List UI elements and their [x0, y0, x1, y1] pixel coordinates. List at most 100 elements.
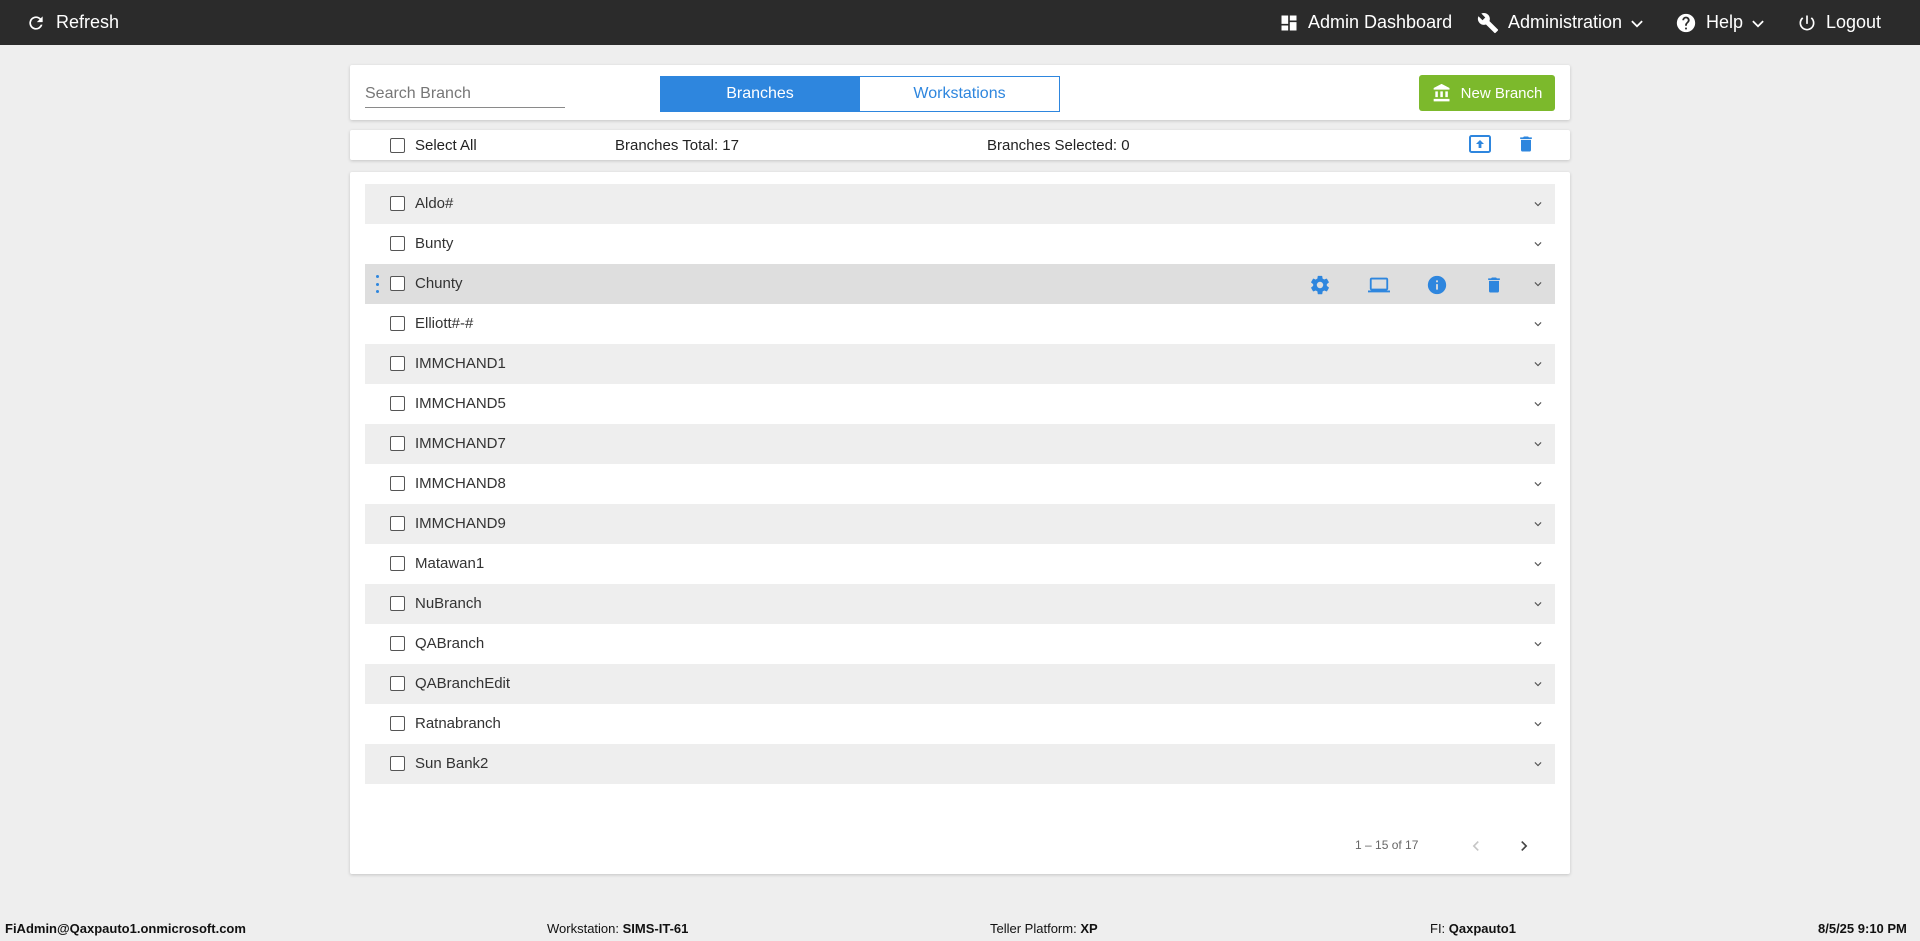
- chevron-down-icon[interactable]: [1531, 317, 1545, 335]
- row-checkbox[interactable]: [390, 276, 405, 291]
- footer-workstation: Workstation: SIMS-IT-61: [547, 921, 689, 936]
- tab-branches[interactable]: Branches: [660, 76, 860, 112]
- laptop-icon[interactable]: [1366, 274, 1392, 296]
- wrench-icon: [1477, 12, 1499, 33]
- pagination-range: 1 – 15 of 17: [1355, 838, 1419, 852]
- branches-selected: Branches Selected: 0: [987, 137, 1130, 154]
- help-menu[interactable]: Help: [1675, 0, 1764, 45]
- administration-menu[interactable]: Administration: [1477, 0, 1643, 45]
- branch-name: IMMCHAND1: [415, 355, 506, 372]
- status-footer: FiAdmin@Qaxpauto1.onmicrosoft.com Workst…: [0, 916, 1920, 941]
- row-checkbox[interactable]: [390, 436, 405, 451]
- trash-icon[interactable]: [1484, 274, 1504, 296]
- table-row[interactable]: IMMCHAND7: [365, 424, 1555, 464]
- table-row[interactable]: Elliott#-#: [365, 304, 1555, 344]
- new-branch-label: New Branch: [1460, 84, 1543, 102]
- select-all[interactable]: Select All: [390, 137, 477, 154]
- row-checkbox[interactable]: [390, 476, 405, 491]
- chevron-down-icon[interactable]: [1531, 277, 1545, 295]
- branch-name: IMMCHAND5: [415, 395, 506, 412]
- branch-name: IMMCHAND9: [415, 515, 506, 532]
- chevron-down-icon[interactable]: [1531, 597, 1545, 615]
- chevron-down-icon[interactable]: [1531, 197, 1545, 215]
- table-row[interactable]: Matawan1: [365, 544, 1555, 584]
- branch-list: Aldo# Bunty Chunty Elliott#-# IMMCHAND1 IMMCH…: [365, 184, 1555, 784]
- row-checkbox[interactable]: [390, 556, 405, 571]
- row-checkbox[interactable]: [390, 676, 405, 691]
- table-row[interactable]: Aldo#: [365, 184, 1555, 224]
- logout-button[interactable]: Logout: [1797, 0, 1881, 45]
- chevron-down-icon[interactable]: [1531, 637, 1545, 655]
- branch-name: Ratnabranch: [415, 715, 501, 732]
- footer-datetime: 8/5/25 9:10 PM: [1818, 921, 1907, 936]
- chevron-down-icon[interactable]: [1531, 517, 1545, 535]
- row-checkbox[interactable]: [390, 316, 405, 331]
- row-checkbox[interactable]: [390, 356, 405, 371]
- chevron-down-icon[interactable]: [1531, 677, 1545, 695]
- table-row[interactable]: IMMCHAND5: [365, 384, 1555, 424]
- admin-dashboard-link[interactable]: Admin Dashboard: [1279, 0, 1452, 45]
- row-checkbox[interactable]: [390, 196, 405, 211]
- table-row[interactable]: NuBranch: [365, 584, 1555, 624]
- table-row[interactable]: Sun Bank2: [365, 744, 1555, 784]
- refresh-button[interactable]: Refresh: [26, 0, 119, 45]
- table-row[interactable]: Chunty: [365, 264, 1555, 304]
- administration-label: Administration: [1508, 12, 1623, 32]
- branch-name: QABranch: [415, 635, 485, 652]
- table-row[interactable]: Bunty: [365, 224, 1555, 264]
- chevron-right-icon[interactable]: [1514, 836, 1534, 856]
- chevron-down-icon[interactable]: [1531, 757, 1545, 775]
- table-row[interactable]: QABranch: [365, 624, 1555, 664]
- refresh-icon: [29, 15, 43, 30]
- select-all-label: Select All: [415, 137, 477, 154]
- chevron-left-icon[interactable]: [1466, 836, 1486, 856]
- power-icon: [1799, 15, 1815, 30]
- branch-name: Bunty: [415, 235, 454, 252]
- gear-icon[interactable]: [1309, 274, 1331, 296]
- branch-name: Elliott#-#: [415, 315, 474, 332]
- logout-label: Logout: [1826, 12, 1882, 32]
- table-row[interactable]: IMMCHAND9: [365, 504, 1555, 544]
- selection-bar: Select All Branches Total: 17 Branches S…: [350, 130, 1570, 160]
- table-row[interactable]: IMMCHAND8: [365, 464, 1555, 504]
- chevron-down-icon[interactable]: [1531, 357, 1545, 375]
- chevron-down-icon: [1631, 20, 1643, 27]
- info-icon[interactable]: [1426, 274, 1448, 296]
- table-row[interactable]: Ratnabranch: [365, 704, 1555, 744]
- tab-workstations[interactable]: Workstations: [860, 76, 1060, 112]
- chevron-down-icon[interactable]: [1531, 717, 1545, 735]
- new-branch-button[interactable]: New Branch: [1419, 75, 1555, 111]
- row-checkbox[interactable]: [390, 636, 405, 651]
- row-checkbox[interactable]: [390, 236, 405, 251]
- chevron-down-icon: [1752, 20, 1764, 27]
- branch-name: Sun Bank2: [415, 755, 489, 772]
- trash-icon[interactable]: [1516, 133, 1536, 155]
- help-label: Help: [1706, 12, 1744, 32]
- row-checkbox[interactable]: [390, 596, 405, 611]
- refresh-label: Refresh: [56, 12, 120, 32]
- footer-user: FiAdmin@Qaxpauto1.onmicrosoft.com: [5, 921, 246, 936]
- table-row[interactable]: QABranchEdit: [365, 664, 1555, 704]
- row-checkbox[interactable]: [390, 396, 405, 411]
- row-checkbox[interactable]: [390, 516, 405, 531]
- chevron-down-icon[interactable]: [1531, 237, 1545, 255]
- row-checkbox[interactable]: [390, 716, 405, 731]
- upload-icon[interactable]: [1468, 134, 1492, 156]
- admin-dashboard-label: Admin Dashboard: [1308, 12, 1453, 32]
- footer-teller-platform: Teller Platform: XP: [990, 921, 1098, 936]
- chevron-down-icon[interactable]: [1531, 557, 1545, 575]
- footer-fi: FI: Qaxpauto1: [1430, 921, 1516, 936]
- table-row[interactable]: IMMCHAND1: [365, 344, 1555, 384]
- row-checkbox[interactable]: [390, 756, 405, 771]
- chevron-down-icon[interactable]: [1531, 477, 1545, 495]
- bank-icon: [1433, 83, 1450, 102]
- branch-name: Aldo#: [415, 195, 454, 212]
- drag-handle-icon[interactable]: [375, 275, 379, 293]
- chevron-down-icon[interactable]: [1531, 397, 1545, 415]
- select-all-checkbox[interactable]: [390, 138, 405, 153]
- branch-name: IMMCHAND8: [415, 475, 506, 492]
- search-branch-input[interactable]: [365, 80, 565, 108]
- chevron-down-icon[interactable]: [1531, 437, 1545, 455]
- branch-list-card: Aldo# Bunty Chunty Elliott#-# IMMCHAND1 IMMCH…: [350, 172, 1570, 874]
- branches-total: Branches Total: 17: [615, 137, 739, 154]
